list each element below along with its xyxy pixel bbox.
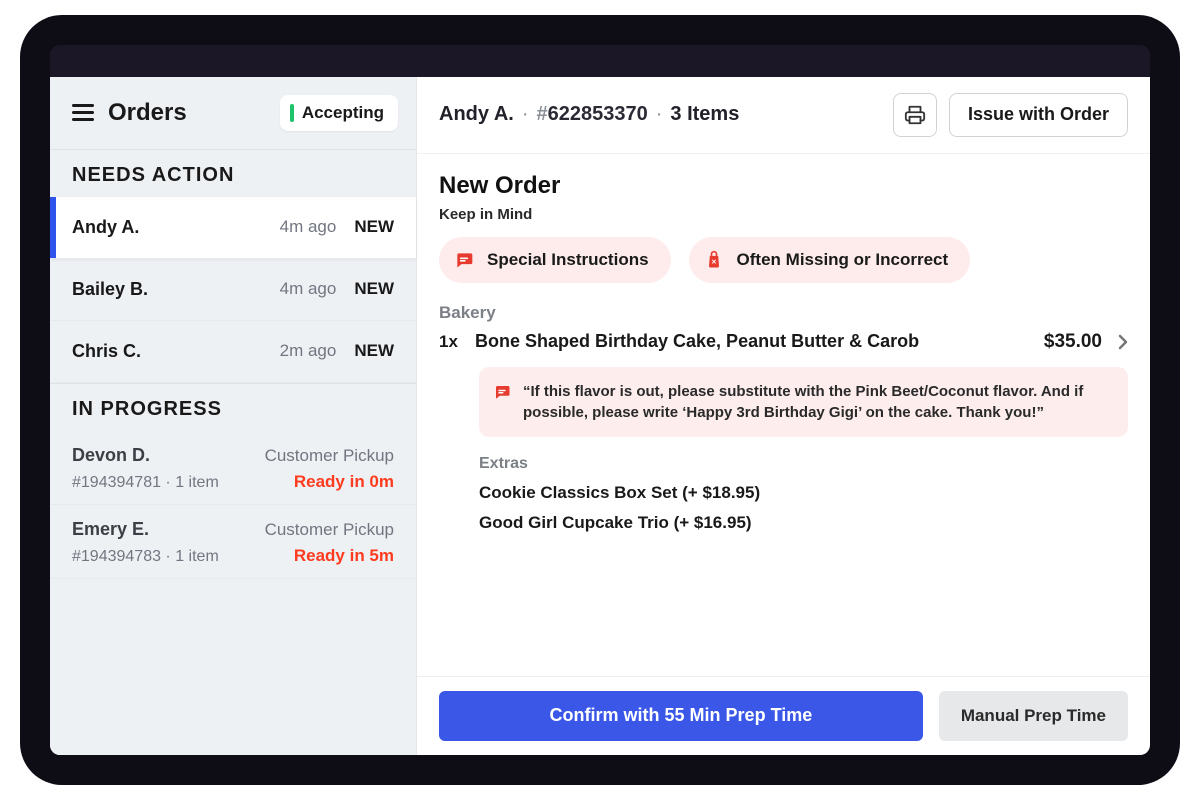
chip-row: Special Instructions ✕ Often Missing or … (439, 237, 1128, 283)
order-meta: #194394781 · 1 item (72, 474, 219, 492)
crumb-customer: Andy A. (439, 103, 514, 126)
section-in-progress: IN PROGRESS (50, 383, 416, 431)
menu-icon[interactable] (72, 104, 94, 121)
crumb-order-id: 622853370 (548, 103, 648, 125)
order-time-ago: 4m ago (280, 217, 337, 237)
order-customer-name: Bailey B. (72, 279, 270, 300)
chip-label: Often Missing or Incorrect (737, 250, 949, 270)
status-indicator-icon (290, 104, 294, 122)
line-qty: 1x (439, 332, 465, 352)
sidebar-header: Orders Accepting (50, 77, 416, 149)
order-status-badge: NEW (354, 217, 394, 237)
order-customer-name: Devon D. (72, 445, 150, 466)
order-status-badge: NEW (354, 341, 394, 361)
crumb-hash: # (537, 103, 548, 125)
order-ready-time: Ready in 5m (294, 546, 394, 566)
section-needs-action: NEEDS ACTION (50, 149, 416, 197)
order-status-badge: NEW (354, 279, 394, 299)
needs-action-item[interactable]: Andy A. 4m ago NEW (50, 197, 416, 259)
line-item[interactable]: 1x Bone Shaped Birthday Cake, Peanut But… (439, 331, 1128, 353)
print-button[interactable] (893, 93, 937, 137)
device-status-bar (50, 45, 1150, 77)
accepting-toggle[interactable]: Accepting (280, 95, 398, 131)
order-customer-name: Andy A. (72, 217, 270, 238)
crumb-item-count: 3 Items (670, 103, 739, 126)
bag-alert-icon: ✕ (703, 249, 725, 271)
sidebar-title: Orders (108, 99, 187, 127)
note-text: “If this flavor is out, please substitut… (523, 381, 1110, 423)
sidebar-title-wrap: Orders (72, 99, 187, 127)
order-title: New Order (439, 172, 1128, 200)
crumb-sep: · (656, 103, 663, 126)
order-ready-time: Ready in 0m (294, 472, 394, 492)
order-time-ago: 4m ago (280, 279, 337, 299)
order-customer-name: Chris C. (72, 341, 270, 362)
order-fulfillment-type: Customer Pickup (265, 446, 394, 466)
order-customer-name: Emery E. (72, 519, 149, 540)
order-time-ago: 2m ago (280, 341, 337, 361)
extras-label: Extras (479, 455, 1128, 473)
detail-footer: Confirm with 55 Min Prep Time Manual Pre… (417, 676, 1150, 755)
order-detail-panel: Andy A. · #622853370 · 3 Items Issue wit… (417, 77, 1150, 755)
chat-icon (453, 249, 475, 271)
manual-prep-button[interactable]: Manual Prep Time (939, 691, 1128, 741)
sidebar: Orders Accepting NEEDS ACTION Andy A. 4m… (50, 77, 417, 755)
tablet-frame: Orders Accepting NEEDS ACTION Andy A. 4m… (20, 15, 1180, 785)
screen: Orders Accepting NEEDS ACTION Andy A. 4m… (50, 45, 1150, 755)
confirm-button[interactable]: Confirm with 55 Min Prep Time (439, 691, 923, 741)
in-progress-item[interactable]: Devon D. Customer Pickup #194394781 · 1 … (50, 431, 416, 505)
line-price: $35.00 (1044, 331, 1102, 353)
chat-icon (493, 383, 511, 401)
svg-text:✕: ✕ (711, 259, 717, 266)
order-fulfillment-type: Customer Pickup (265, 520, 394, 540)
app-root: Orders Accepting NEEDS ACTION Andy A. 4m… (50, 77, 1150, 755)
extra-item: Cookie Classics Box Set (+ $18.95) (479, 483, 1128, 503)
special-instruction-note: “If this flavor is out, please substitut… (479, 367, 1128, 437)
order-meta: #194394783 · 1 item (72, 548, 219, 566)
order-breadcrumb: Andy A. · #622853370 · 3 Items (439, 103, 881, 126)
printer-icon (904, 104, 926, 126)
extra-item: Good Girl Cupcake Trio (+ $16.95) (479, 513, 1128, 533)
needs-action-item[interactable]: Bailey B. 4m ago NEW (50, 259, 416, 321)
chevron-right-icon (1118, 334, 1128, 350)
line-name: Bone Shaped Birthday Cake, Peanut Butter… (475, 331, 1034, 352)
issue-button[interactable]: Issue with Order (949, 93, 1128, 137)
special-instructions-chip[interactable]: Special Instructions (439, 237, 671, 283)
often-missing-chip[interactable]: ✕ Often Missing or Incorrect (689, 237, 971, 283)
category-label: Bakery (439, 303, 1128, 323)
accepting-label: Accepting (302, 103, 384, 123)
in-progress-item[interactable]: Emery E. Customer Pickup #194394783 · 1 … (50, 505, 416, 579)
keep-in-mind-label: Keep in Mind (439, 206, 1128, 223)
detail-header: Andy A. · #622853370 · 3 Items Issue wit… (417, 77, 1150, 154)
crumb-sep: · (522, 103, 529, 126)
detail-content: New Order Keep in Mind Special Instructi… (417, 154, 1150, 676)
needs-action-item[interactable]: Chris C. 2m ago NEW (50, 321, 416, 383)
chip-label: Special Instructions (487, 250, 649, 270)
